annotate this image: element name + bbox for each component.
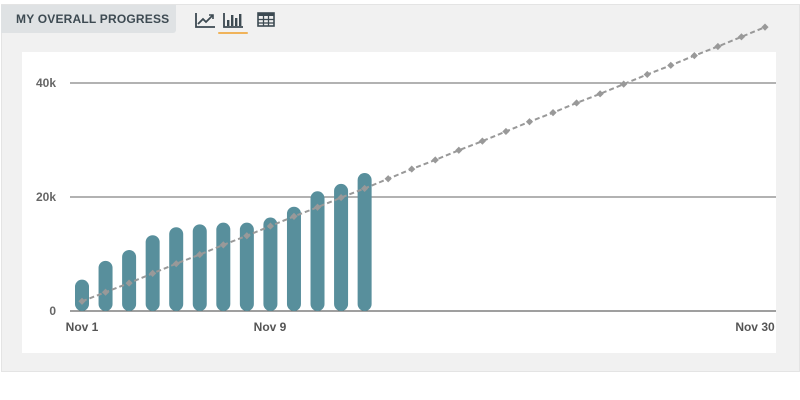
projection-point xyxy=(549,109,557,117)
projection-point xyxy=(596,90,604,98)
bar xyxy=(169,227,184,311)
bar xyxy=(334,183,349,311)
projection-point xyxy=(525,118,534,126)
y-tick-label: 20k xyxy=(36,190,56,204)
projection-point xyxy=(761,23,769,31)
bar xyxy=(216,222,231,311)
progress-chart: 0 20k 40k Nov 1 Nov 9 Nov 30 xyxy=(36,23,776,334)
x-tick-label: Nov 30 xyxy=(735,320,775,334)
bar xyxy=(357,173,372,311)
projection-point xyxy=(455,146,463,154)
projection-point xyxy=(502,127,510,136)
projection-point xyxy=(690,52,698,60)
projection-point xyxy=(478,137,486,145)
bar xyxy=(98,260,113,311)
y-tick-label: 0 xyxy=(49,304,56,318)
projection-point xyxy=(714,42,722,51)
projection-point xyxy=(643,70,651,79)
projection-point xyxy=(572,99,581,107)
projection-point xyxy=(384,175,392,183)
projection-point xyxy=(737,33,746,41)
projection-point xyxy=(408,165,416,173)
projection-line xyxy=(81,26,766,303)
projection-point xyxy=(431,156,439,164)
projection-point xyxy=(667,61,675,69)
bar xyxy=(263,217,278,311)
bar xyxy=(75,279,89,311)
y-tick-label: 40k xyxy=(36,76,56,90)
projection-point xyxy=(620,80,628,88)
bar xyxy=(192,224,207,311)
x-tick-label: Nov 9 xyxy=(254,320,287,334)
x-tick-label: Nov 1 xyxy=(66,320,99,334)
bar xyxy=(286,206,301,311)
